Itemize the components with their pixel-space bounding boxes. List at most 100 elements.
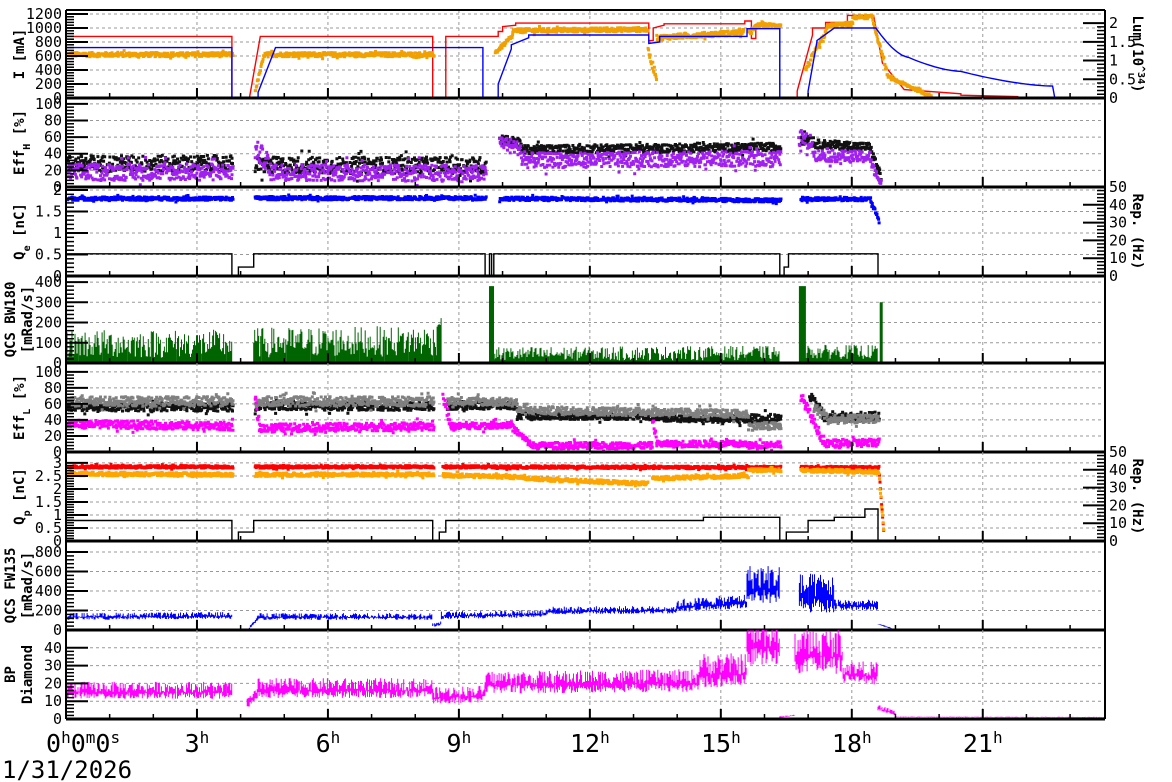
multi-panel-time-chart: 020040060080010001200I [mA]00.511.52 Lum(…	[2, 5, 1147, 782]
y-tick-label: 600	[35, 563, 62, 581]
date-label: 1/31/2026	[2, 756, 132, 782]
label-part: I [mA]	[12, 29, 28, 80]
panel-qp: 00.511.522.53Qp [nC]01020304050Rep. (Hz)	[12, 443, 1145, 550]
y-tick-label: 300	[35, 293, 62, 311]
y-axis-title: EffH [%]	[12, 110, 33, 175]
y-axis-title: I [mA]	[12, 29, 28, 80]
series-qcs-fw135-blue	[65, 566, 896, 630]
y-tick-label: 40	[44, 411, 62, 429]
panel-eff-l: 020406080100EffL [%]	[12, 363, 1106, 461]
series-qcs-bw180-green	[65, 286, 883, 363]
x-tick-label: 9h	[447, 728, 472, 759]
series-qe-blue	[66, 193, 881, 225]
label-part: Diamond	[20, 645, 36, 704]
y-tick-label: 100	[35, 363, 62, 381]
y-tick-label: 2	[53, 181, 62, 199]
right-axis-title: Rep. (Hz)	[1129, 194, 1145, 270]
time-value: 0	[71, 729, 86, 758]
superscript: ^34	[1136, 66, 1147, 84]
right-tick-label: 50	[1109, 443, 1127, 461]
panel-qcs-fw135: 0200 400600 800 QCS FW135 [mRad/s]	[3, 541, 1106, 639]
series-qe-rep-rate	[66, 253, 1105, 277]
right-tick-label: 30	[1109, 479, 1127, 497]
right-tick-label: 2	[1109, 14, 1118, 32]
time-value: 15	[701, 729, 731, 758]
time-unit: m	[86, 728, 96, 747]
time-unit: h	[462, 728, 472, 747]
y-tick-label: 20	[44, 674, 62, 692]
label-part: Q	[12, 516, 28, 524]
time-unit: s	[110, 728, 120, 747]
right-axis-title: Rep. (Hz)	[1129, 459, 1145, 535]
y-tick-label: 20	[44, 427, 62, 445]
y-axis-title: QCS BW180	[3, 282, 19, 358]
time-unit: h	[731, 728, 741, 747]
y-tick-label: 40	[44, 639, 62, 657]
right-tick-label: 0	[1109, 267, 1118, 285]
time-unit: h	[200, 728, 210, 747]
y-axis-title: [mRad/s]	[20, 552, 36, 619]
y-tick-label: 0	[53, 710, 62, 728]
time-value: 18	[832, 729, 862, 758]
time-unit: h	[61, 728, 71, 747]
right-tick-label: 20	[1109, 496, 1127, 514]
y-tick-label: 0	[53, 621, 62, 639]
right-tick-label: 0	[1109, 532, 1118, 550]
y-axis-title: [mRad/s]	[20, 286, 36, 353]
right-tick-label: 10	[1109, 249, 1127, 267]
y-tick-label: 80	[44, 379, 62, 397]
label-part: [%]	[12, 110, 28, 144]
label-part: )	[1129, 84, 1145, 92]
time-value: 9	[447, 729, 462, 758]
time-unit: h	[600, 728, 610, 747]
y-axis-title: BP	[3, 666, 19, 683]
x-tick-label: 15h	[701, 728, 741, 759]
y-tick-label: 40	[44, 145, 62, 163]
right-tick-label: 40	[1109, 196, 1127, 214]
label-part: Lum(10	[1129, 15, 1145, 66]
y-axis-title: QCS FW135	[3, 548, 19, 624]
right-tick-label: 20	[1109, 231, 1127, 249]
y-tick-label: 30	[44, 657, 62, 675]
x-tick-label: 6h	[316, 728, 341, 759]
x-tick-label: 0h0m0s	[46, 728, 120, 759]
panel-qe: 00.511.52Qe [nC]01020304050Rep. (Hz)	[12, 178, 1145, 285]
label-part: [nC]	[12, 203, 28, 245]
x-tick-label: 21h	[963, 728, 1003, 759]
y-tick-label: 3	[53, 454, 62, 472]
y-tick-label: 400	[35, 582, 62, 600]
y-tick-label: 20	[44, 161, 62, 179]
panel-bp-diamond: 010203040 BP Diamond	[3, 630, 1106, 728]
y-tick-label: 10	[44, 692, 62, 710]
label-part: Q	[12, 251, 28, 259]
y-tick-label: 1	[53, 224, 62, 242]
y-tick-label: 60	[44, 128, 62, 146]
x-tick-label: 3h	[185, 728, 210, 759]
y-tick-label: 1200	[26, 5, 62, 23]
time-value: 0	[95, 729, 110, 758]
right-tick-label: 40	[1109, 461, 1127, 479]
label-part: Eff	[12, 150, 28, 175]
label-part: Rep. (Hz)	[1129, 194, 1145, 270]
right-tick-label: 50	[1109, 178, 1127, 196]
right-tick-label: 30	[1109, 214, 1127, 232]
y-tick-label: 200	[35, 314, 62, 332]
right-tick-label: 10	[1109, 514, 1127, 532]
label-part: [nC]	[12, 468, 28, 510]
panel-eff-h: 020406080100EffH [%]	[12, 95, 1106, 196]
label-part: BP	[3, 666, 19, 683]
panel-qcs-bw180: 0100200300400QCS BW180 [mRad/s]	[3, 273, 1106, 372]
y-tick-label: 60	[44, 395, 62, 413]
y-tick-label: 100	[35, 334, 62, 352]
y-axis-title: Qe [nC]	[12, 203, 33, 260]
y-tick-label: 80	[44, 111, 62, 129]
label-part: Rep. (Hz)	[1129, 459, 1145, 535]
right-tick-label: 0	[1109, 89, 1118, 107]
time-value: 6	[316, 729, 331, 758]
right-tick-label: 1	[1109, 52, 1118, 70]
x-tick-label: 12h	[570, 728, 610, 759]
y-tick-label: 400	[35, 273, 62, 291]
series-bp-diamond-magenta	[65, 630, 1105, 718]
time-unit: h	[331, 728, 341, 747]
y-tick-label: 1.5	[35, 203, 62, 221]
